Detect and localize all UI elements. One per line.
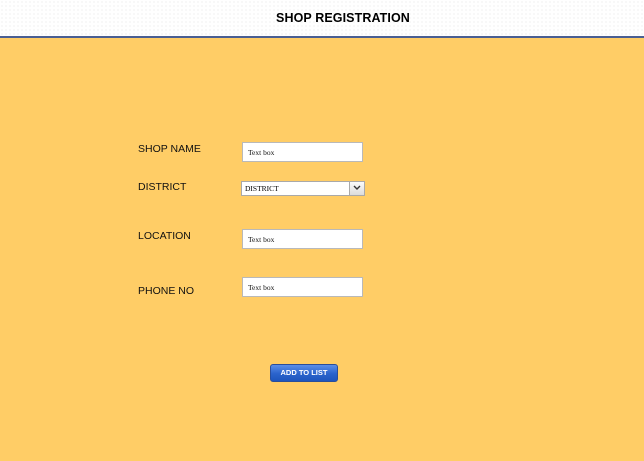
location-input[interactable] [242, 229, 363, 249]
district-selected-value: DISTRICT [245, 184, 279, 193]
chevron-down-icon [353, 185, 361, 190]
page-header: SHOP REGISTRATION [0, 0, 644, 38]
add-to-list-button[interactable]: ADD TO LIST [270, 364, 338, 382]
phone-input[interactable] [242, 277, 363, 297]
district-select[interactable]: DISTRICT [241, 181, 365, 196]
district-dropdown-button[interactable] [349, 182, 364, 195]
location-label: LOCATION [138, 230, 191, 242]
page-title: SHOP REGISTRATION [276, 11, 410, 25]
district-label: DISTRICT [138, 181, 187, 193]
shop-name-label: SHOP NAME [138, 143, 201, 155]
shop-name-input[interactable] [242, 142, 363, 162]
phone-label: PHONE NO [138, 285, 195, 297]
